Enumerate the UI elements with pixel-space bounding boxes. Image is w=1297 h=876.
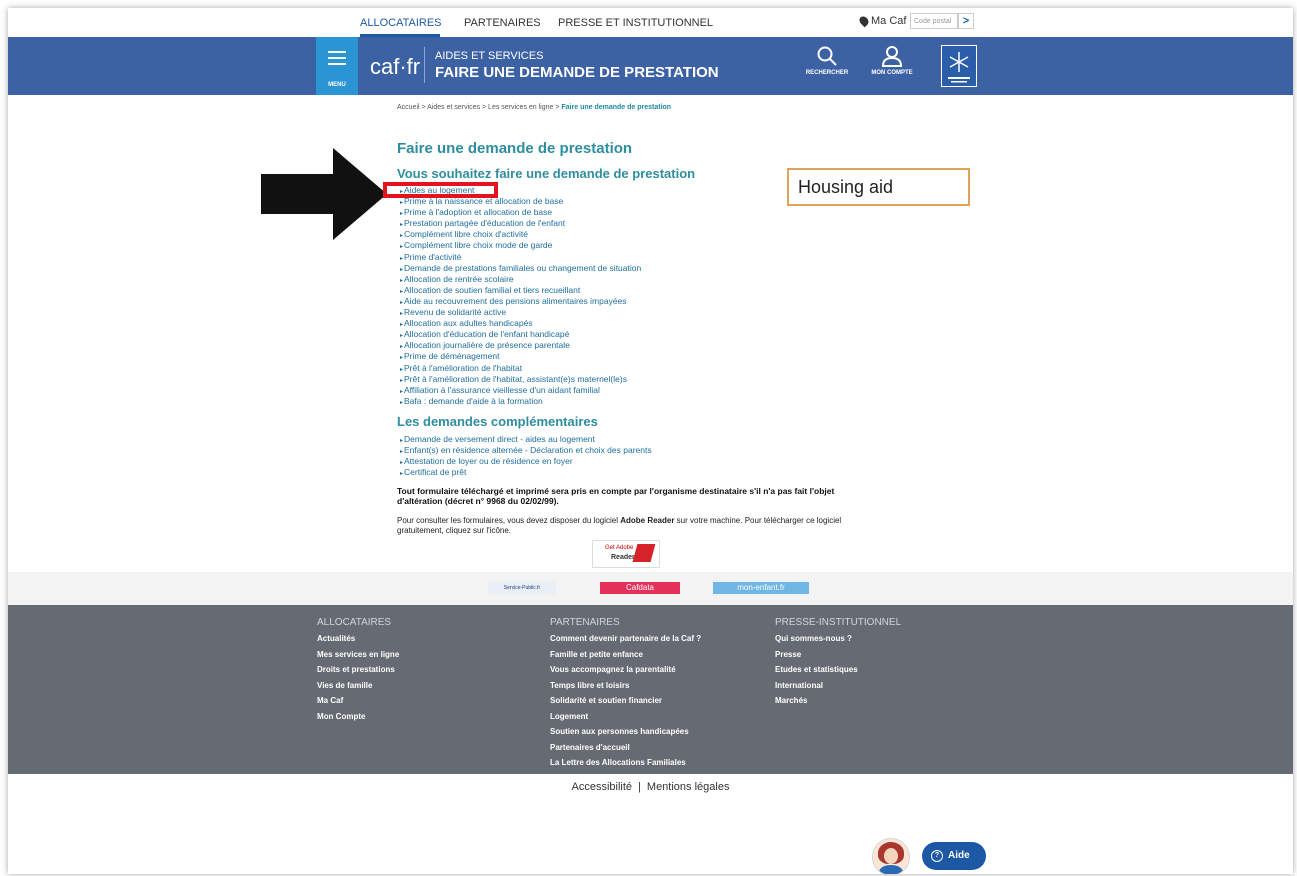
footer-link[interactable]: Qui sommes-nous ? — [775, 631, 901, 647]
footer-link[interactable]: Actualités — [317, 631, 399, 647]
footer-link[interactable]: Vies de famille — [317, 678, 399, 694]
form-notice: Tout formulaire téléchargé et imprimé se… — [397, 486, 835, 506]
list-item[interactable]: Complément libre choix mode de garde — [400, 241, 641, 252]
menu-label: MENU — [328, 82, 346, 88]
footer-link[interactable]: Etudes et statistiques — [775, 662, 901, 678]
footer-col-allocataires: ALLOCATAIRES Actualités Mes services en … — [317, 617, 399, 724]
mon-enfant-logo[interactable]: mon-enfant.fr — [713, 582, 809, 594]
footer-link[interactable]: Temps libre et loisirs — [550, 678, 701, 694]
user-icon — [881, 46, 903, 67]
nav-partenaires[interactable]: PARTENAIRES — [464, 17, 541, 29]
reader-note-bold: Adobe Reader — [620, 516, 675, 525]
footer-link[interactable]: Vous accompagnez la parentalité — [550, 662, 701, 678]
footer-link[interactable]: Partenaires d'accueil — [550, 740, 701, 756]
postal-go-button[interactable]: > — [958, 13, 974, 29]
breadcrumb-path[interactable]: Accueil > Aides et services > Les servic… — [397, 104, 561, 111]
header-subtitle: AIDES ET SERVICES — [435, 50, 544, 62]
list-item[interactable]: Prime de déménagement — [400, 352, 641, 363]
footer-link[interactable]: La Lettre des Allocations Familiales — [550, 755, 701, 771]
reader-note: Pour consulter les formulaires, vous dev… — [397, 516, 877, 536]
cafdata-logo[interactable]: Cafdata — [600, 582, 680, 594]
nav-allocataires[interactable]: ALLOCATAIRES — [360, 17, 442, 29]
reader-badge-bottom: Reader — [611, 554, 635, 561]
footer-col-presse: PRESSE-INSTITUTIONNEL Qui sommes-nous ? … — [775, 617, 901, 709]
list-item[interactable]: Certificat de prêt — [400, 468, 652, 479]
help-icon: ? — [931, 850, 943, 862]
top-navigation: ALLOCATAIRES PARTENAIRES PRESSE ET INSTI… — [8, 8, 1293, 38]
hamburger-icon — [328, 51, 346, 65]
help-button[interactable]: ? Aide — [922, 842, 986, 870]
location-pin-icon — [857, 14, 871, 28]
republic-logo — [941, 45, 977, 87]
footer-heading: PARTENAIRES — [550, 617, 620, 628]
footer-link[interactable]: Presse — [775, 647, 901, 663]
site-header: MENU caf·fr AIDES ET SERVICES FAIRE UNE … — [8, 37, 1293, 95]
account-button[interactable]: MON COMPTE — [862, 45, 922, 76]
reader-badge-top: Get Adobe — [605, 545, 634, 551]
footer-col-partenaires: PARTENAIRES Comment devenir partenaire d… — [550, 617, 701, 771]
footer-link[interactable]: Droits et prestations — [317, 662, 399, 678]
snowflake-emblem-icon — [948, 52, 970, 83]
footer-link[interactable]: Mes services en ligne — [317, 647, 399, 663]
mentions-legales-link[interactable]: Mentions légales — [647, 781, 730, 793]
account-label: MON COMPTE — [871, 70, 913, 76]
ma-caf-link[interactable]: Ma Caf — [857, 14, 907, 28]
legal-links: Accessibilité | Mentions légales — [8, 781, 1293, 793]
annotation-label: Housing aid — [787, 168, 970, 206]
footer-link[interactable]: International — [775, 678, 901, 694]
section-title-complementary: Les demandes complémentaires — [397, 414, 598, 429]
list-item[interactable]: Prime d'activité — [400, 252, 641, 264]
header-divider — [424, 47, 425, 83]
complementary-list: Demande de versement direct - aides au l… — [400, 434, 652, 479]
adobe-logo-icon — [632, 544, 656, 562]
page-title: Faire une demande de prestation — [397, 140, 633, 157]
prestation-list: Aides au logement Prime à la naissance e… — [400, 185, 641, 408]
list-item[interactable]: Bafa : demande d'aide à la formation — [400, 396, 641, 408]
footer-link[interactable]: Ma Caf — [317, 693, 399, 709]
highlight-box — [383, 182, 498, 198]
main-content: Accueil > Aides et services > Les servic… — [8, 95, 1293, 572]
adobe-reader-button[interactable]: Get Adobe Reader — [592, 540, 660, 568]
accessibility-link[interactable]: Accessibilité — [572, 781, 633, 793]
help-label: Aide — [948, 850, 970, 861]
footer-heading: PRESSE-INSTITUTIONNEL — [775, 617, 902, 628]
breadcrumb: Accueil > Aides et services > Les servic… — [397, 104, 671, 111]
header-title: FAIRE UNE DEMANDE DE PRESTATION — [435, 64, 719, 81]
footer-heading: ALLOCATAIRES — [317, 617, 392, 628]
pointer-arrow-icon — [261, 148, 387, 240]
caf-logo[interactable]: caf·fr — [370, 54, 420, 80]
site-footer: ALLOCATAIRES Actualités Mes services en … — [8, 605, 1293, 774]
footer-link[interactable]: Comment devenir partenaire de la Caf ? — [550, 631, 701, 647]
search-label: RECHERCHER — [805, 70, 849, 76]
footer-link[interactable]: Mon Compte — [317, 709, 399, 725]
assistant-avatar[interactable] — [872, 838, 910, 874]
legal-separator: | — [638, 781, 641, 793]
footer-link[interactable]: Famille et petite enfance — [550, 647, 701, 663]
menu-button[interactable]: MENU — [316, 37, 358, 95]
footer-link[interactable]: Solidarité et soutien financier — [550, 693, 701, 709]
list-item[interactable]: Prêt à l'amélioration de l'habitat — [400, 363, 641, 375]
partner-logos: Service-Public.fr Cafdata mon-enfant.fr — [8, 572, 1293, 605]
search-button[interactable]: RECHERCHER — [797, 45, 857, 76]
footer-link[interactable]: Soutien aux personnes handicapées — [550, 724, 701, 740]
section-title-requests: Vous souhaitez faire une demande de pres… — [397, 166, 696, 181]
postal-code-input[interactable]: Code postal — [910, 13, 958, 29]
reader-note-start: Pour consulter les formulaires, vous dev… — [397, 516, 621, 525]
footer-link[interactable]: Logement — [550, 709, 701, 725]
nav-presse[interactable]: PRESSE ET INSTITUTIONNEL — [558, 17, 713, 29]
breadcrumb-current: Faire une demande de prestation — [561, 104, 672, 111]
browser-page: ALLOCATAIRES PARTENAIRES PRESSE ET INSTI… — [8, 8, 1293, 874]
footer-link[interactable]: Marchés — [775, 693, 901, 709]
service-public-logo[interactable]: Service-Public.fr — [488, 582, 556, 594]
search-icon — [817, 46, 837, 66]
ma-caf-label: Ma Caf — [871, 15, 907, 27]
